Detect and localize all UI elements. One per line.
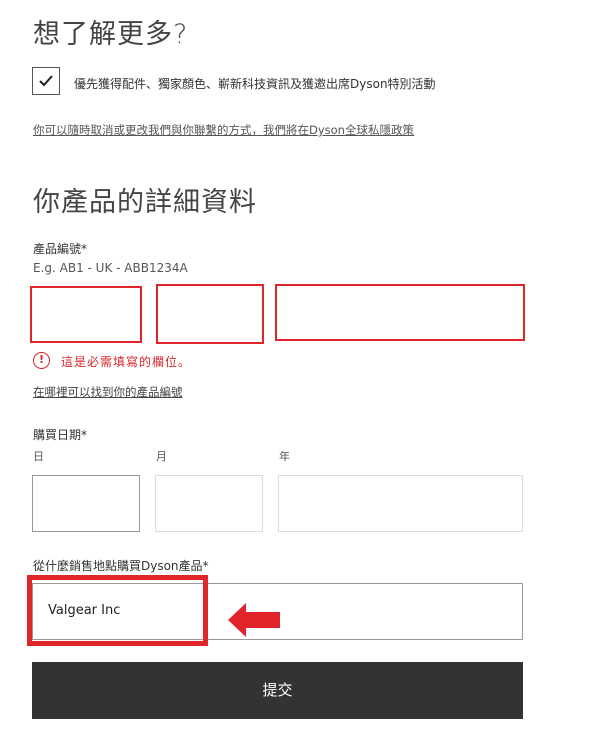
year-label: 年: [279, 450, 290, 463]
serial-part-3-input[interactable]: [275, 284, 525, 341]
serial-number-label: 產品編號*: [33, 242, 88, 256]
serial-number-hint: E.g. AB1 - UK - ABB1234A: [33, 261, 188, 275]
month-label: 月: [156, 450, 167, 463]
marketing-consent-checkbox[interactable]: [32, 67, 60, 95]
serial-error-message: 這是必需填寫的欄位。: [61, 355, 192, 369]
checkmark-icon: [39, 75, 53, 87]
serial-part-1-input[interactable]: [30, 286, 142, 343]
marketing-consent-label: 優先獲得配件、獨家顏色、嶄新科技資訊及獲邀出席Dyson特別活動: [74, 77, 436, 91]
error-icon: !: [33, 352, 50, 369]
submit-button[interactable]: 提交: [32, 662, 523, 719]
privacy-policy-link[interactable]: 你可以隨時取消或更改我們與你聯繫的方式，我們將在Dyson全球私隱政策: [33, 122, 414, 138]
day-label: 日: [33, 450, 44, 463]
serial-part-2-input[interactable]: [156, 284, 264, 344]
more-info-heading: 想了解更多?: [33, 19, 189, 50]
annotation-arrow-icon: [228, 603, 280, 637]
day-input[interactable]: [32, 475, 140, 532]
purchase-date-label: 購買日期*: [33, 428, 88, 442]
product-details-heading: 你產品的詳細資料: [33, 187, 257, 218]
annotation-highlight-box: [27, 575, 208, 646]
find-serial-link[interactable]: 在哪裡可以找到你的產品編號: [33, 384, 183, 400]
month-input[interactable]: [155, 475, 263, 532]
year-input[interactable]: [278, 475, 523, 532]
retailer-label: 從什麼銷售地點購買Dyson產品*: [33, 559, 209, 573]
